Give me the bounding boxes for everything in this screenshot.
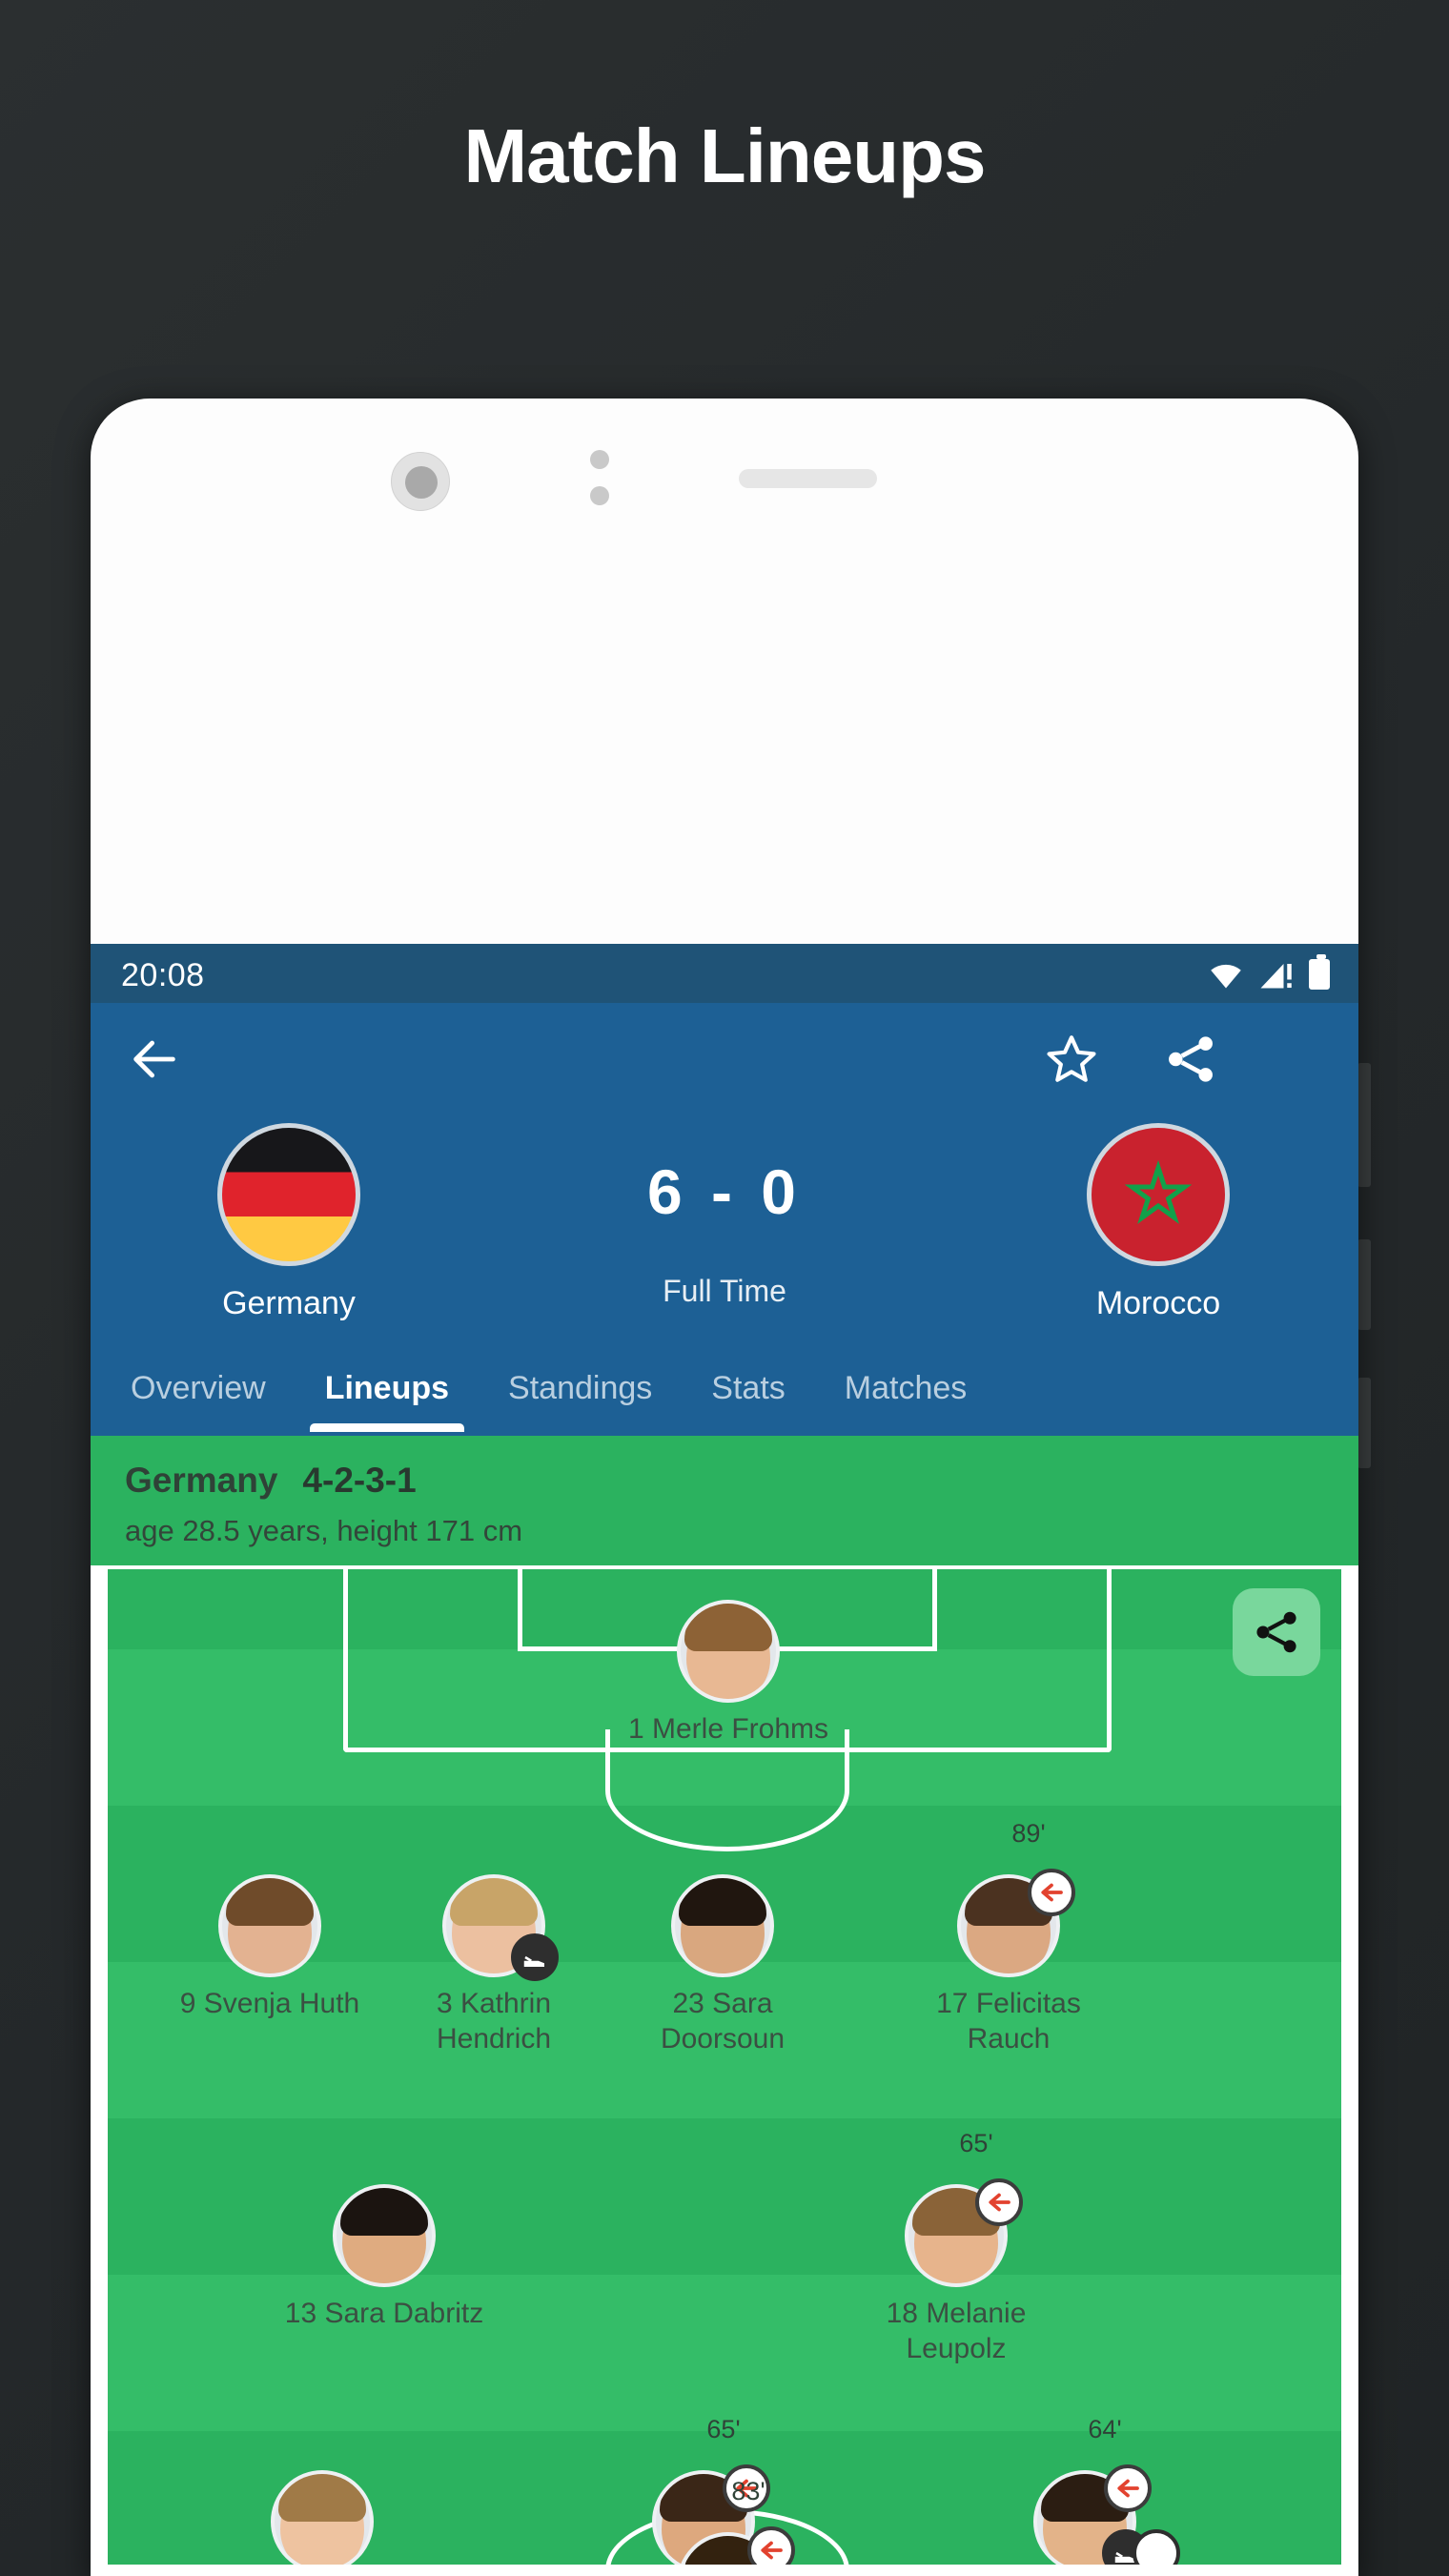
sub-minute-label: 65' [959, 2129, 993, 2157]
page-title: Match Lineups [463, 113, 986, 198]
germany-flag-crest [217, 1123, 360, 1266]
status-bar-icons [1208, 954, 1330, 990]
avatar [218, 1874, 321, 1977]
away-team-name: Morocco [1095, 1285, 1221, 1321]
player-name: 9 Svenja Huth [179, 1988, 360, 2019]
morocco-flag-crest: ★ [1087, 1123, 1230, 1266]
earpiece-speaker [739, 469, 877, 488]
match-score-panel: Germany 6 - 0 Full Time ★ Morocco [91, 1115, 1358, 1340]
sub-minute-label: 64' [1088, 2415, 1122, 2443]
share-icon [1256, 1611, 1296, 1653]
phone-frame: 20:08 Germany 6 - 0 Full Time ★ Morocco … [91, 399, 1358, 2576]
player-card-a1[interactable]: 22 Jule Brand [213, 2470, 432, 2565]
player-card-gk[interactable]: 1 Merle Frohms [619, 1600, 838, 1748]
share-icon[interactable] [1163, 1032, 1218, 1087]
pitch-share-button[interactable] [1233, 1588, 1320, 1676]
player-name: 3 Kathrin Hendrich [436, 1988, 552, 2055]
wifi-icon [1211, 964, 1241, 989]
star-outline-icon[interactable] [1044, 1032, 1099, 1087]
player-card-st[interactable]: 83' [619, 2477, 838, 2565]
avatar [271, 2470, 374, 2565]
tab-standings[interactable]: Standings [508, 1370, 652, 1407]
lineup-meta: age 28.5 years, height 171 cm [125, 1514, 523, 1547]
player-name: 1 Merle Frohms [627, 1713, 829, 1745]
phone-side-button [1357, 1378, 1371, 1468]
avatar [671, 1874, 774, 1977]
phone-screen: 20:08 Germany 6 - 0 Full Time ★ Morocco … [91, 944, 1358, 2576]
match-status: Full Time [663, 1274, 786, 1308]
tab-lineups[interactable]: Lineups [309, 1370, 465, 1432]
penalty-arc [605, 1729, 849, 1851]
tab-matches[interactable]: Matches [845, 1370, 968, 1407]
goal-ball-icon [1133, 2529, 1180, 2565]
sensor-dot-icon [590, 450, 609, 469]
front-camera-icon [391, 452, 450, 511]
sub-minute-label: 83' [731, 2477, 765, 2505]
lineup-formation: 4-2-3-1 [302, 1461, 417, 1500]
player-avatar-wrap [671, 1874, 774, 1977]
status-bar: 20:08 [91, 944, 1358, 1003]
back-arrow-icon[interactable] [127, 1032, 182, 1087]
status-bar-time: 20:08 [121, 957, 205, 993]
player-card-d3[interactable]: 23 Sara Doorsoun [613, 1874, 832, 2056]
substitution-out-icon [975, 2178, 1023, 2226]
player-avatar-wrap [333, 2184, 436, 2287]
pitch: 1 Merle Frohms 9 Svenja Huth 3 Kathrin H… [104, 1565, 1345, 2565]
player-avatar-wrap [442, 1874, 559, 1981]
score-center: 6 - 0 Full Time [534, 1155, 915, 1309]
player-avatar-wrap [218, 1874, 321, 1977]
player-name: 23 Sara Doorsoun [660, 1988, 786, 2055]
player-name: 18 Melanie Leupolz [886, 2298, 1027, 2364]
sub-minute-label: 65' [706, 2415, 741, 2443]
page-root: Match Lineups 20:08 Germany 6 - 0 Full T… [0, 0, 1449, 2576]
app-bar [91, 1003, 1358, 1115]
score-value: 6 - 0 [646, 1156, 803, 1227]
player-avatar-wrap: 83' [677, 2477, 795, 2565]
sensor-dot-icon [590, 486, 609, 505]
tab-bar: Overview Lineups Standings Stats Matches [91, 1340, 1358, 1436]
player-name: 13 Sara Dabritz [284, 2298, 484, 2329]
player-card-m2[interactable]: 65' 18 Melanie Leupolz [847, 2129, 1066, 2366]
lineup-team-row: Germany 4-2-3-1 [125, 1461, 1324, 1501]
substitution-out-icon [1028, 1869, 1075, 1916]
player-avatar-wrap [271, 2470, 374, 2565]
player-card-d4[interactable]: 89' 17 Felicitas Rauch [899, 1819, 1118, 2056]
player-avatar-wrap: 65' [905, 2129, 1023, 2287]
sub-minute-label: 89' [1011, 1819, 1046, 1848]
avatar [677, 1600, 780, 1703]
player-card-a3[interactable]: 64' 19 Klara Buhl [975, 2415, 1194, 2565]
battery-icon [1309, 954, 1330, 990]
player-card-m1[interactable]: 13 Sara Dabritz [275, 2184, 494, 2332]
tab-overview[interactable]: Overview [131, 1370, 266, 1407]
phone-side-button [1357, 1063, 1371, 1187]
lineup-header: Germany 4-2-3-1 age 28.5 years, height 17… [91, 1436, 1358, 1565]
player-avatar-wrap: 89' [957, 1819, 1075, 1977]
player-avatar-wrap [677, 1600, 780, 1703]
away-team[interactable]: ★ Morocco [1015, 1123, 1301, 1322]
assist-boot-icon [511, 1933, 559, 1981]
tab-stats[interactable]: Stats [711, 1370, 785, 1407]
signal-warning-icon [1260, 964, 1292, 989]
home-team-name: Germany [222, 1285, 356, 1321]
player-name: 17 Felicitas Rauch [936, 1988, 1081, 2055]
player-avatar-wrap: 64' [1033, 2415, 1180, 2565]
avatar [333, 2184, 436, 2287]
phone-top-hardware [91, 440, 1358, 511]
phone-side-button [1357, 1239, 1371, 1330]
substitution-out-icon [747, 2526, 795, 2565]
home-team[interactable]: Germany [146, 1123, 432, 1322]
substitution-out-icon [1104, 2464, 1152, 2512]
player-card-d1[interactable]: 9 Svenja Huth [160, 1874, 379, 2022]
player-card-d2[interactable]: 3 Kathrin Hendrich [384, 1874, 603, 2056]
lineup-team-name: Germany [125, 1461, 278, 1500]
